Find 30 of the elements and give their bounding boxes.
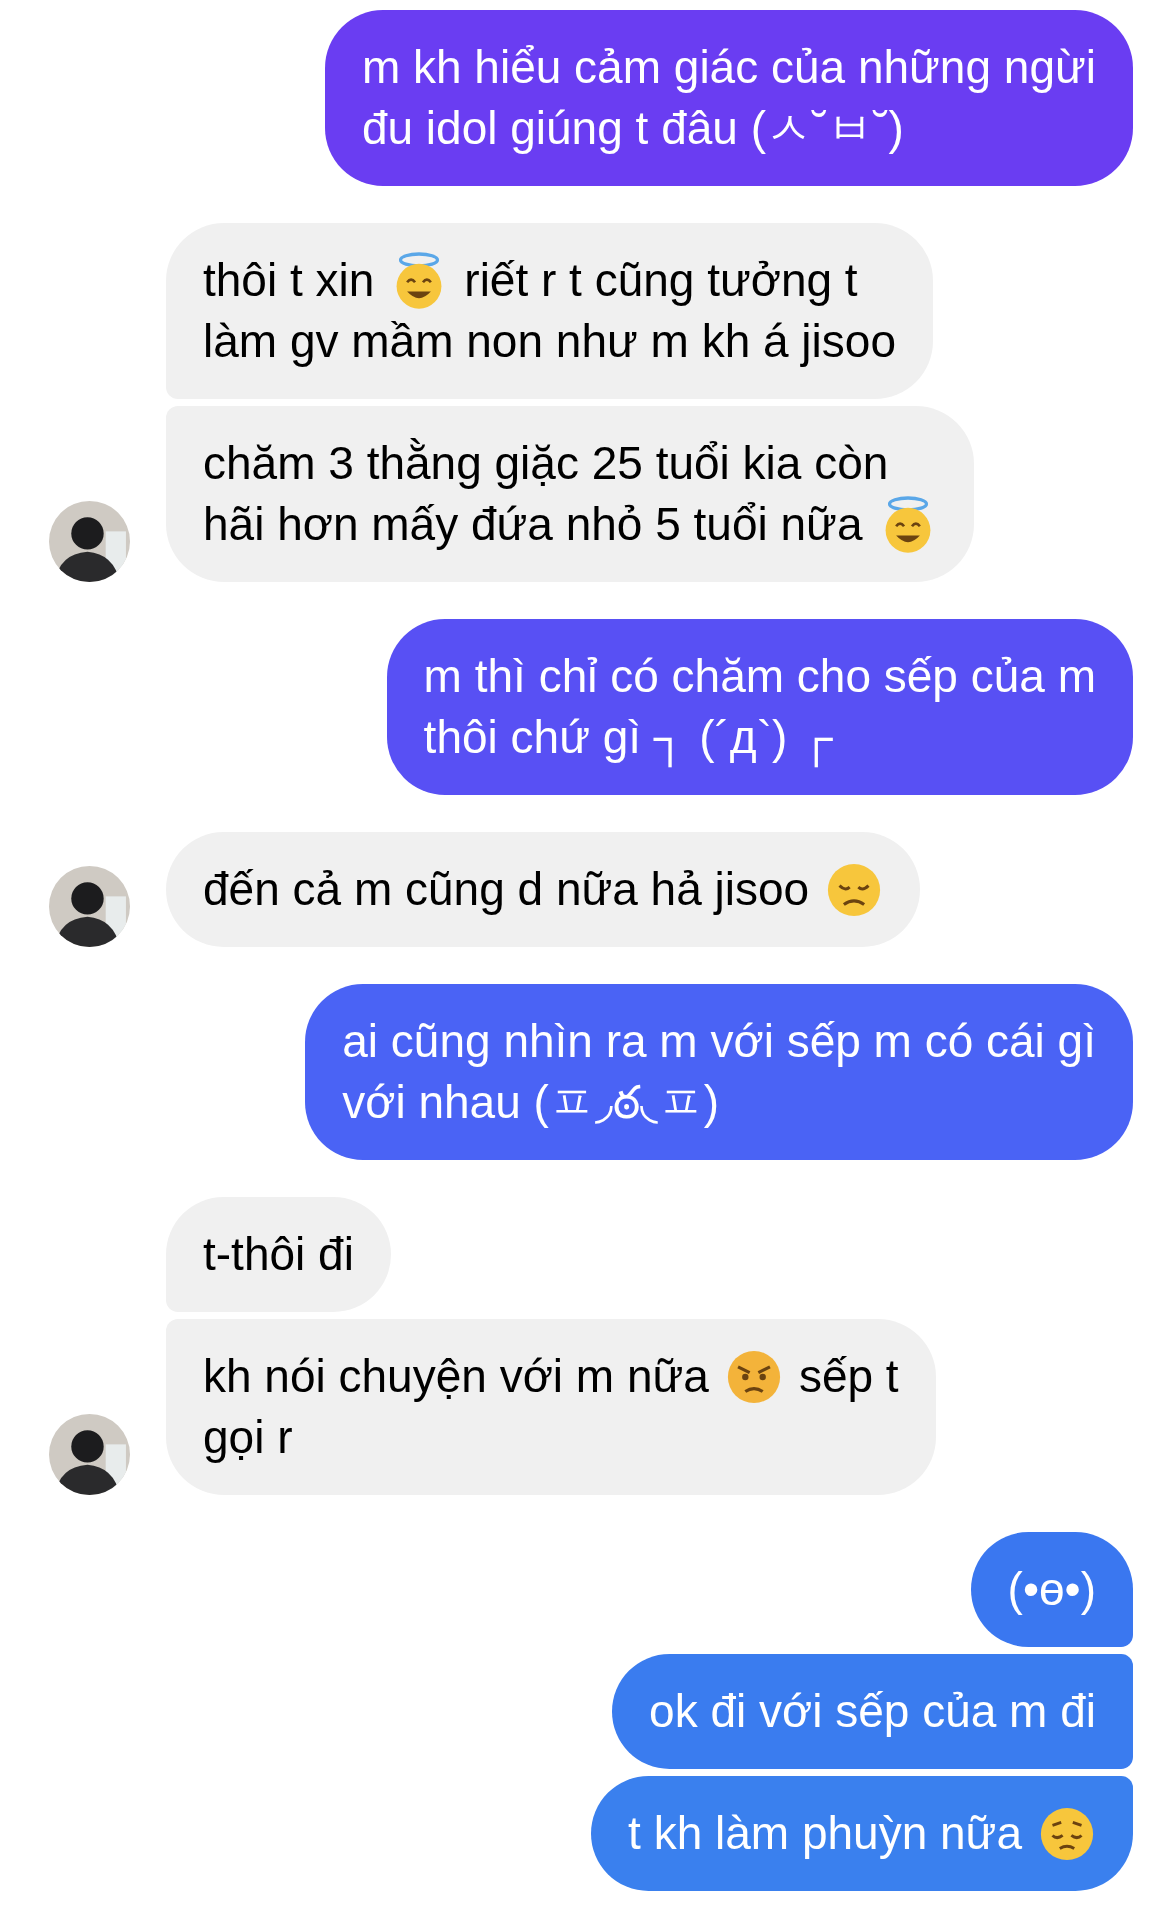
message-bubble[interactable]: ai cũng nhìn ra m với sếp m có cái gì với nhau (ㅍ◞ఠ◟ㅍ) — [305, 984, 1133, 1160]
message-bubble[interactable]: m kh hiểu cảm giác của những ngừi đu idol giúng t đâu (ㅅ˘ㅂ˘) — [324, 10, 1133, 186]
message-text: ok đi với sếp của m đi — [649, 1684, 1096, 1739]
message-bubble[interactable]: kh nói chuyện với m nữa sếp t gọi r — [166, 1319, 936, 1495]
message-text: kh nói chuyện với m nữa — [203, 1349, 709, 1404]
message-bubble[interactable]: thôi t xin riết r t cũng tưởng t làm gv mầm non như m kh á jisoo — [166, 223, 933, 399]
message-text: t-thôi đi — [203, 1227, 354, 1282]
message-bubble[interactable]: chăm 3 thằng giặc 25 tuổi kia còn hãi hơn mấy đứa nhỏ 5 tuổi nữa — [166, 406, 974, 582]
message-text: chăm 3 thằng giặc 25 tuổi kia còn — [203, 436, 889, 491]
message-text: thôi t xin — [203, 253, 375, 308]
message-text: sếp t — [798, 1349, 899, 1404]
message-text: gọi r — [203, 1410, 293, 1465]
message-bubble[interactable]: (•ө•) — [970, 1532, 1133, 1647]
message-bubble[interactable]: t-thôi đi — [166, 1197, 391, 1312]
message-text: riết r t cũng tưởng t — [464, 253, 858, 308]
message-bubble[interactable]: t kh làm phuỳn nữa — [591, 1776, 1133, 1891]
message-text: với nhau (ㅍ◞ఠ◟ㅍ) — [342, 1075, 720, 1130]
message-bubble[interactable]: đến cả m cũng d nữa hả jisoo — [166, 832, 921, 947]
message-text: hãi hơn mấy đứa nhỏ 5 tuổi nữa — [203, 497, 863, 552]
message-bubble[interactable]: ok đi với sếp của m đi — [612, 1654, 1133, 1769]
message-text: đu idol giúng t đâu (ㅅ˘ㅂ˘) — [361, 101, 904, 156]
message-text: m thì chỉ có chăm cho sếp của m — [423, 649, 1096, 704]
message-text: t kh làm phuỳn nữa — [628, 1806, 1022, 1861]
message-text: làm gv mầm non như m kh á jisoo — [203, 314, 896, 369]
message-text: đến cả m cũng d nữa hả jisoo — [203, 862, 810, 917]
message-text: thôi chứ gì ┐ (´д`) ┌ — [423, 707, 833, 768]
message-bubble[interactable]: m thì chỉ có chăm cho sếp của m thôi chứ gì ┐ (´д`) ┌ — [386, 619, 1133, 795]
message-text: (•ө•) — [1007, 1562, 1096, 1617]
message-text: m kh hiểu cảm giác của những ngừi — [361, 40, 1096, 95]
message-text: ai cũng nhìn ra m với sếp m có cái gì — [342, 1014, 1096, 1069]
